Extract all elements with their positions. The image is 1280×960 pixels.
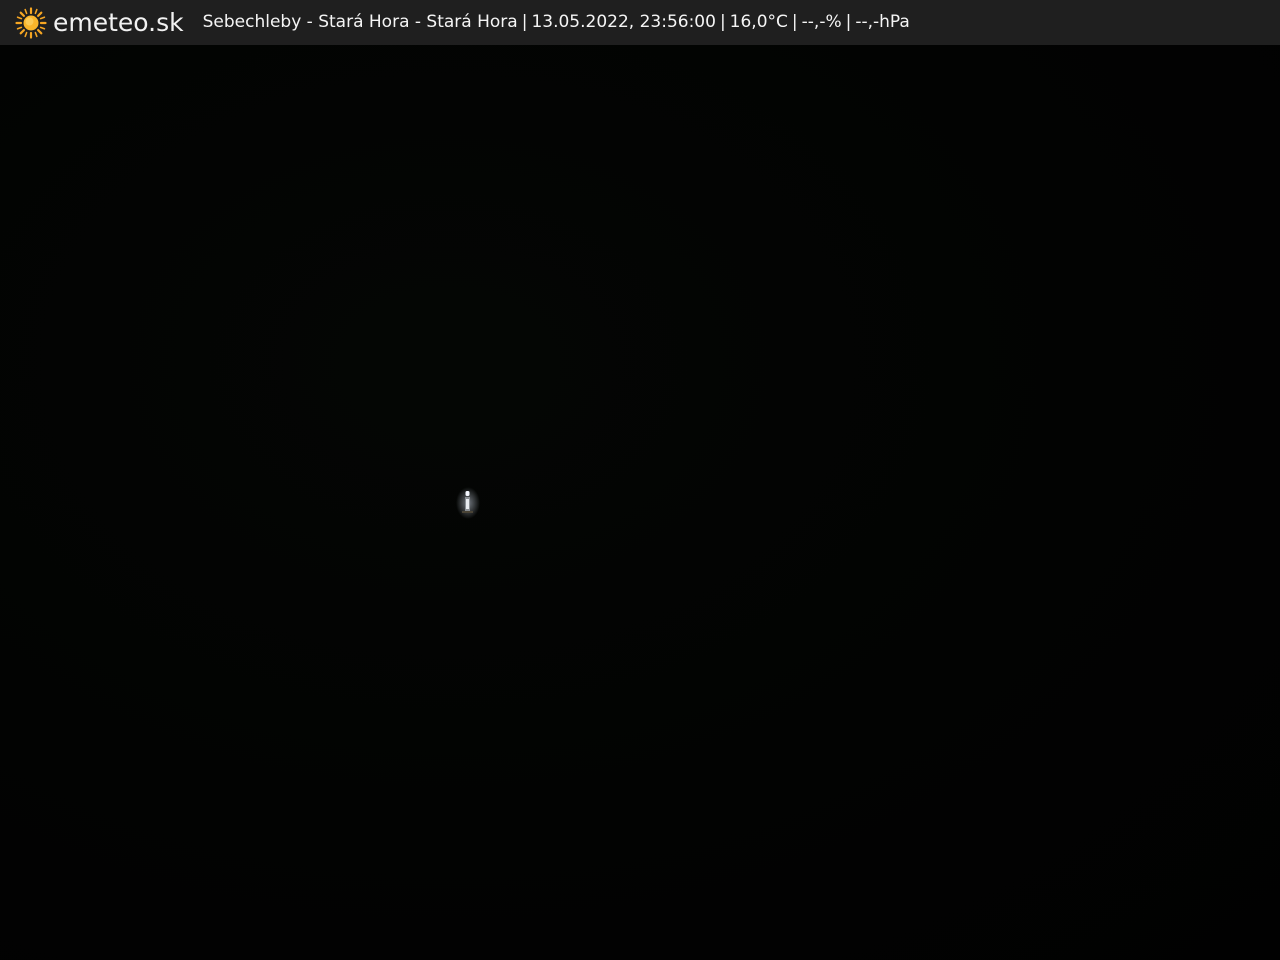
- humidity-value: --,-%: [801, 12, 842, 32]
- temperature-value: 16,0°C: [729, 12, 788, 32]
- camera-image: [0, 45, 1280, 960]
- sun-icon: [15, 6, 47, 39]
- logo: emeteo.sk: [15, 0, 184, 45]
- separator: |: [845, 12, 852, 32]
- info-bar: emeteo.sk Sebechleby - Stará Hora - Star…: [0, 0, 1280, 45]
- timestamp: 13.05.2022, 23:56:00: [531, 12, 716, 32]
- brand-name[interactable]: emeteo.sk: [53, 0, 184, 45]
- separator: |: [719, 12, 726, 32]
- station-info: Sebechleby - Stará Hora - Stará Hora | 13.…: [203, 0, 910, 45]
- separator: |: [521, 12, 528, 32]
- location-name: Sebechleby - Stará Hora - Stará Hora: [202, 12, 518, 32]
- separator: |: [791, 12, 798, 32]
- light-source-icon: [456, 487, 480, 519]
- pressure-value: --,-hPa: [855, 12, 910, 32]
- webcam-frame: emeteo.sk Sebechleby - Stará Hora - Star…: [0, 0, 1280, 960]
